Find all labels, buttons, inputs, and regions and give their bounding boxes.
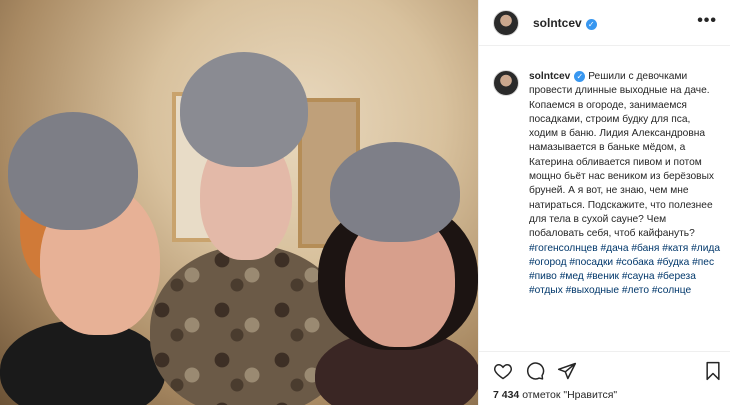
more-options-icon[interactable]: ••• bbox=[697, 13, 717, 29]
hashtag-link[interactable]: #сауна bbox=[622, 271, 655, 282]
caption-username[interactable]: solntcev bbox=[529, 71, 570, 82]
person-left-hat bbox=[8, 112, 138, 230]
hashtag-link[interactable]: #веник bbox=[587, 271, 619, 282]
hashtag-link[interactable]: #береза bbox=[657, 271, 696, 282]
hashtag-list: #гогенсолнцев #дача #баня #катя #лида #о… bbox=[529, 243, 720, 297]
likes-label: отметок "Нравится" bbox=[522, 389, 618, 401]
hashtag-link[interactable]: #собака bbox=[616, 257, 654, 268]
post-sidebar: solntcev ✓ ••• solntcev ✓ Решили с девочка… bbox=[478, 0, 730, 405]
hashtag-link[interactable]: #лида bbox=[691, 243, 720, 254]
instagram-post: solntcev ✓ ••• solntcev ✓ Решили с девочка… bbox=[0, 0, 730, 405]
verified-badge-icon: ✓ bbox=[585, 18, 597, 30]
likes-count: 7 434 bbox=[493, 389, 520, 401]
bookmark-icon[interactable] bbox=[703, 361, 723, 381]
hashtag-link[interactable]: #лето bbox=[622, 285, 649, 296]
post-actions: 7 434 отметок "Нравится" bbox=[479, 351, 730, 405]
caption: solntcev ✓ Решили с девочками провести дл… bbox=[493, 70, 721, 299]
action-icons bbox=[493, 361, 577, 381]
hashtag-link[interactable]: #пиво bbox=[529, 271, 557, 282]
post-photo[interactable] bbox=[0, 0, 478, 405]
hashtag-link[interactable]: #мед bbox=[560, 271, 584, 282]
header-username-text[interactable]: solntcev bbox=[533, 16, 582, 30]
caption-area: solntcev ✓ Решили с девочками провести дл… bbox=[479, 46, 730, 351]
header-username[interactable]: solntcev ✓ bbox=[533, 16, 597, 30]
person-center-hat bbox=[180, 52, 308, 167]
likes-summary[interactable]: 7 434 отметок "Нравится" bbox=[493, 389, 617, 401]
hashtag-link[interactable]: #катя bbox=[662, 243, 688, 254]
share-icon[interactable] bbox=[557, 361, 577, 381]
hashtag-link[interactable]: #солнце bbox=[652, 285, 691, 296]
avatar[interactable] bbox=[493, 9, 519, 36]
post-header: solntcev ✓ ••• bbox=[479, 0, 730, 46]
hashtag-link[interactable]: #посадки bbox=[569, 257, 613, 268]
hashtag-link[interactable]: #выходные bbox=[566, 285, 619, 296]
hashtag-link[interactable]: #пес bbox=[692, 257, 714, 268]
person-right-hat bbox=[330, 142, 460, 242]
hashtag-link[interactable]: #отдых bbox=[529, 285, 563, 296]
verified-badge-icon: ✓ bbox=[574, 71, 586, 82]
heart-icon[interactable] bbox=[493, 361, 513, 381]
hashtag-link[interactable]: #дача bbox=[600, 243, 628, 254]
avatar[interactable] bbox=[493, 70, 519, 96]
hashtag-link[interactable]: #будка bbox=[657, 257, 689, 268]
caption-text: solntcev ✓ Решили с девочками провести дл… bbox=[529, 70, 721, 299]
caption-body: Решили с девочками провести длинные выхо… bbox=[529, 71, 715, 240]
hashtag-link[interactable]: #огород bbox=[529, 257, 567, 268]
hashtag-link[interactable]: #гогенсолнцев bbox=[529, 243, 598, 254]
hashtag-link[interactable]: #баня bbox=[631, 243, 659, 254]
comment-icon[interactable] bbox=[525, 361, 545, 381]
